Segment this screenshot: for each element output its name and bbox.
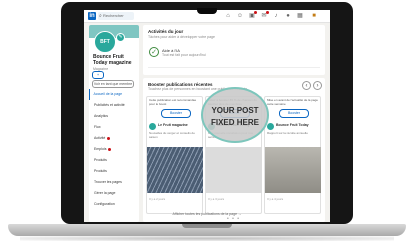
screen: in ⌕ Rechercher ⌂ ☺ ▣ ✉ ♪ ● ▦ ■ BFT ✎ Bo… [84, 10, 330, 222]
post-image [206, 147, 262, 193]
card-subtitle: Touchez plus de personnes en boostant un… [148, 87, 248, 91]
notification-dot [108, 147, 112, 151]
post-hint: Cette publication est recommandée pour l… [149, 98, 197, 106]
notification-dot [107, 136, 111, 140]
sidebar-item-products-2[interactable]: Produits [89, 166, 139, 177]
boost-button[interactable]: Booster [161, 109, 191, 118]
add-button[interactable]: + [92, 71, 104, 79]
author-avatar [267, 123, 274, 130]
edit-icon[interactable]: ✎ [116, 33, 125, 42]
sidebar-item-ads[interactable]: Publicités et activité [89, 100, 139, 111]
messaging-badge [266, 11, 269, 14]
company-sidebar: BFT ✎ Bounce Fruit Today magazine Magazi… [89, 25, 139, 222]
jobs-icon[interactable]: ▣ [248, 11, 257, 20]
sidebar-item-products[interactable]: Produits [89, 155, 139, 166]
post-image [147, 147, 203, 193]
post-timestamp: Il y a 3 jours [208, 197, 225, 201]
author-avatar [149, 123, 156, 130]
post-timestamp: Il y a 4 jours [267, 197, 284, 201]
sidebar-item-find-pages[interactable]: Trouver les pages [89, 177, 139, 188]
post-text: Nouvelles du verger et conseils de saiso… [149, 131, 195, 139]
laptop-mockup: in ⌕ Rechercher ⌂ ☺ ▣ ✉ ♪ ● ▦ ■ BFT ✎ Bo… [0, 0, 414, 249]
me-icon[interactable]: ● [284, 12, 292, 20]
network-icon[interactable]: ☺ [236, 12, 244, 20]
task-subtitle: Tout est fait pour aujourd'hui [162, 53, 206, 57]
today-actions-card: Activités du jour Tâches pour aider à dé… [143, 25, 325, 75]
view-as-member-button[interactable]: Voir en tant que membre [92, 80, 134, 88]
boost-button[interactable]: Booster [279, 109, 309, 118]
laptop-shadow [20, 236, 394, 241]
sidebar-item-activity[interactable]: Activité [89, 133, 139, 144]
notifications-icon[interactable]: ♪ [272, 12, 280, 20]
sidebar-item-manage-page[interactable]: Gérer la page [89, 188, 139, 199]
divider [148, 67, 320, 68]
search-icon: ⌕ [99, 13, 102, 19]
company-name: Bounce Fruit Today magazine [93, 54, 132, 66]
laptop-base-groove [182, 224, 232, 228]
home-icon[interactable]: ⌂ [224, 12, 232, 20]
overlay-line-2: FIXED HERE [210, 118, 259, 127]
company-avatar[interactable]: BFT [94, 31, 116, 53]
card-subtitle: Tâches pour aider à développer votre pag… [148, 35, 215, 39]
linkedin-logo[interactable]: in [88, 12, 96, 20]
sidebar-item-feed[interactable]: Flux [89, 122, 139, 133]
check-icon: ✓ [149, 47, 159, 57]
post-timestamp: Il y a 2 jours [149, 197, 166, 201]
camera-notch [197, 8, 217, 14]
sidebar-item-page-home[interactable]: Accueil de la page [89, 89, 139, 100]
work-icon[interactable]: ▦ [296, 12, 304, 20]
post-hint: Mise en avant de l'actualité de la page … [267, 98, 318, 106]
post-text: Rapport sur la récolte annuelle [267, 131, 308, 135]
post-author: Bounce Fruit Today [276, 123, 309, 127]
post-author: Le Fruit magazine [158, 123, 188, 127]
sidebar-item-analytics[interactable]: Analytics [89, 111, 139, 122]
premium-icon[interactable]: ■ [310, 12, 318, 20]
search-input[interactable]: ⌕ Rechercher [98, 12, 134, 20]
post-image [265, 147, 321, 193]
post-card[interactable]: Cette publication est recommandée pour l… [146, 96, 203, 214]
sidebar-item-settings[interactable]: Configuration [89, 199, 139, 210]
jobs-badge [254, 11, 257, 14]
post-placeholder-overlay: YOUR POST FIXED HERE [201, 87, 269, 143]
next-arrow-icon[interactable]: › [313, 81, 322, 90]
overlay-line-1: YOUR POST [211, 106, 259, 115]
prev-arrow-icon[interactable]: ‹ [302, 81, 311, 90]
post-card[interactable]: Mise en avant de l'actualité de la page … [264, 96, 321, 214]
sidebar-menu: Accueil de la page Publicités et activit… [89, 89, 139, 210]
search-placeholder: Rechercher [103, 13, 124, 18]
show-all-link[interactable]: Afficher toutes les publications de la p… [84, 212, 330, 216]
sidebar-item-jobs[interactable]: Emplois [89, 144, 139, 155]
carousel-dots[interactable]: • • • [227, 216, 240, 222]
card-title: Activités du jour [148, 29, 184, 34]
messaging-icon[interactable]: ✉ [260, 11, 269, 20]
